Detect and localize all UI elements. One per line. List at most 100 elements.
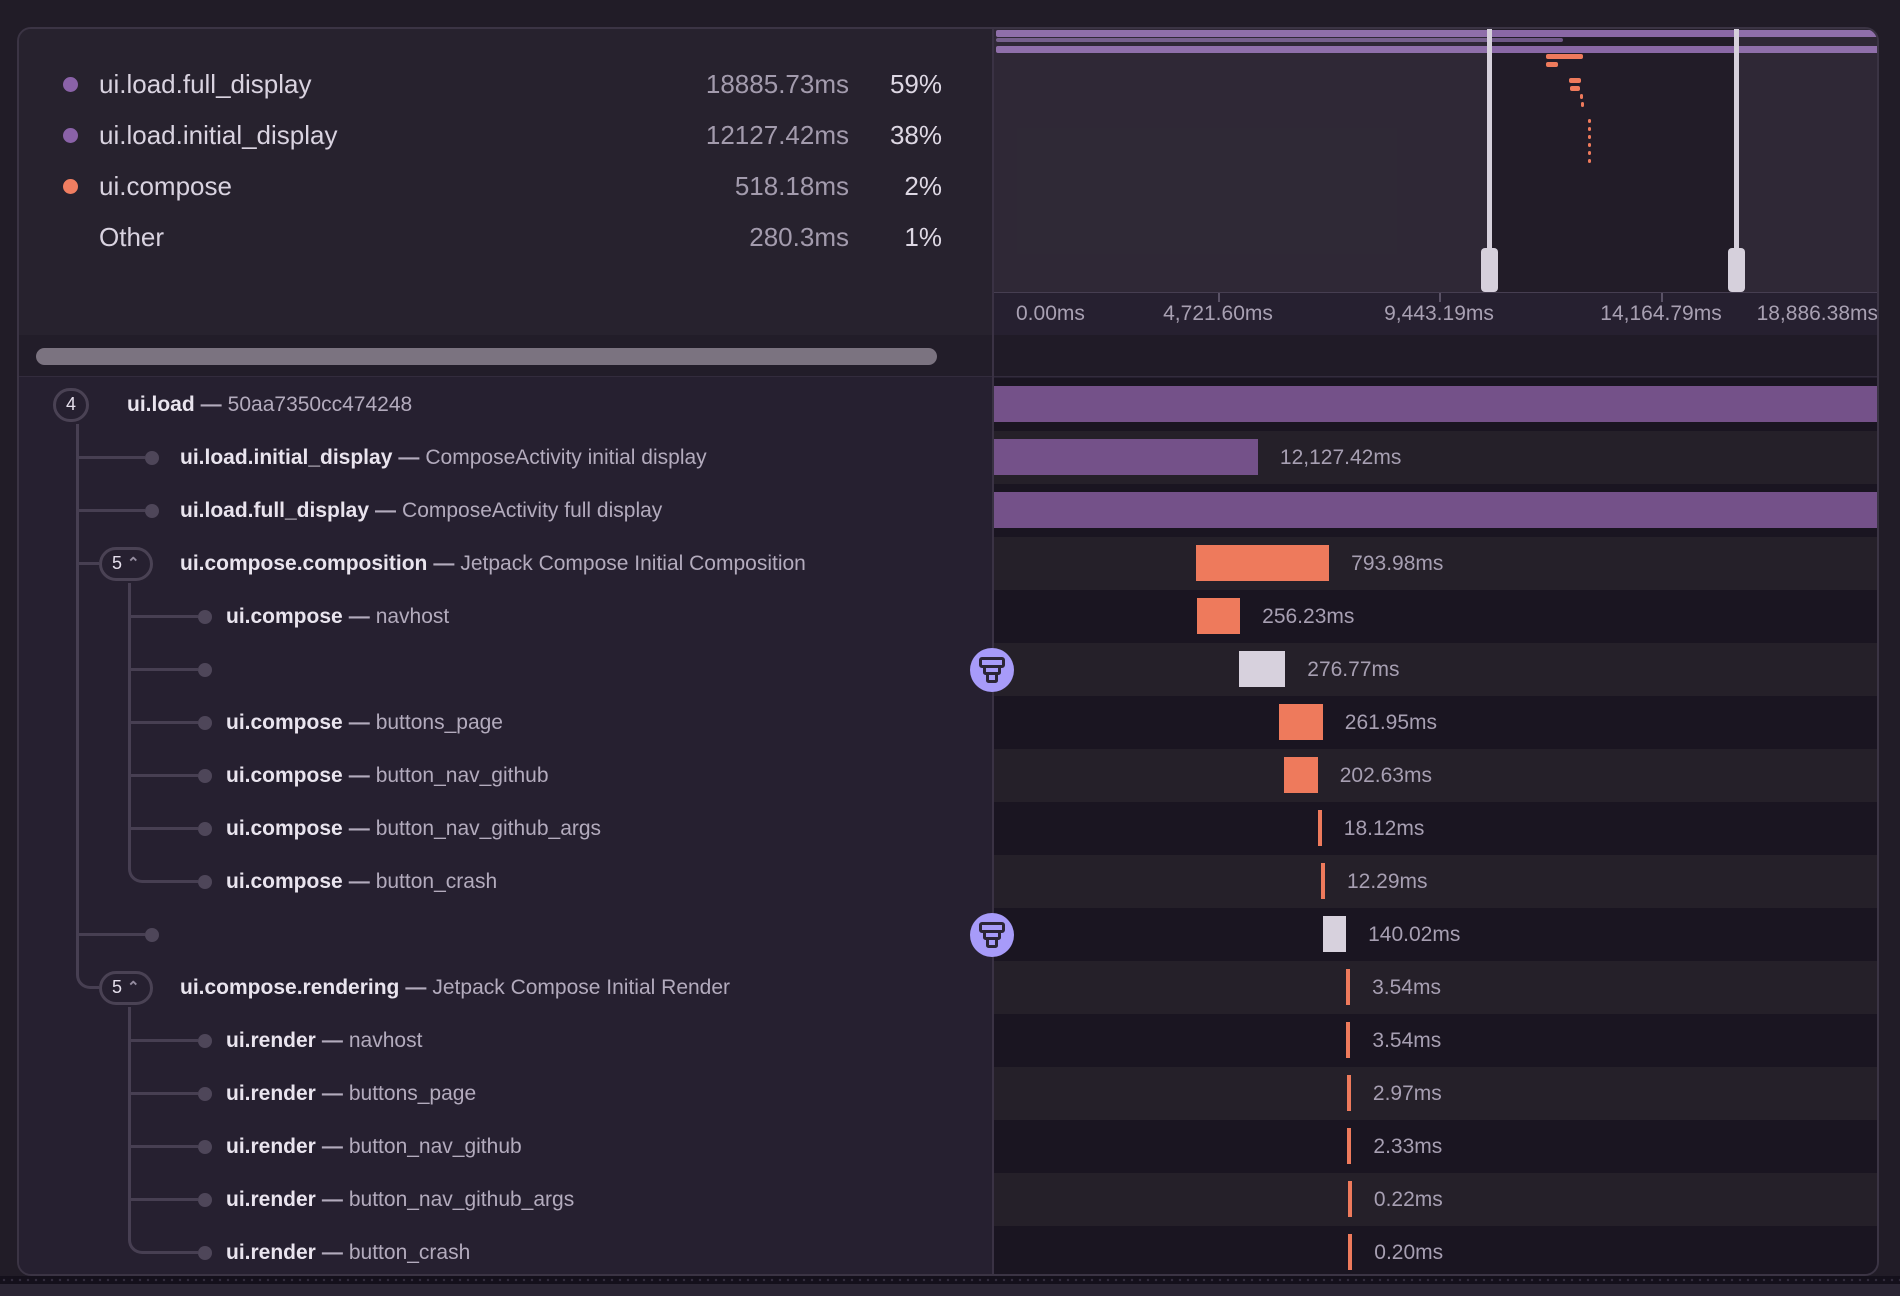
span-separator: — xyxy=(392,446,425,469)
span-duration-bar[interactable] xyxy=(1239,651,1285,687)
axis-tick-label: 9,443.19ms xyxy=(1384,302,1494,326)
resize-handle-bar[interactable] xyxy=(0,1276,1900,1284)
span-row-bar-cell[interactable]: 261.95ms xyxy=(994,696,1879,749)
span-op: ui.compose xyxy=(226,764,343,787)
span-row[interactable]: 140.02ms xyxy=(19,908,1877,961)
minimap-span-bar xyxy=(1546,62,1558,67)
trace-minimap[interactable]: 0.00ms4,721.60ms9,443.19ms14,164.79ms18,… xyxy=(994,29,1879,335)
span-row-bar-cell[interactable]: 276.77ms xyxy=(994,643,1879,696)
child-count-badge[interactable]: 4 xyxy=(53,388,89,422)
span-op: ui.load.full_display xyxy=(180,499,369,522)
profile-icon[interactable] xyxy=(970,913,1014,957)
span-row[interactable]: ui.render—button_nav_github_args0.22ms xyxy=(19,1173,1877,1226)
span-row-bar-cell[interactable]: 0.22ms xyxy=(994,1173,1879,1226)
span-duration-label: 140.02ms xyxy=(1368,923,1460,947)
axis-tick-label: 18,886.38ms xyxy=(1757,302,1878,326)
span-duration-bar[interactable] xyxy=(1197,598,1240,634)
span-duration-bar[interactable] xyxy=(1347,1128,1351,1164)
collapse-caret-icon: ⌃ xyxy=(127,554,140,572)
span-row-bar-cell[interactable]: 3.54ms xyxy=(994,961,1879,1014)
span-row-label-cell[interactable]: ui.load.full_display—ComposeActivity ful… xyxy=(19,484,992,537)
child-count: 5 xyxy=(112,553,122,574)
span-duration-bar[interactable] xyxy=(1346,1022,1350,1058)
tree-node-dot xyxy=(198,1246,212,1260)
span-row-bar-cell[interactable]: 793.98ms xyxy=(994,537,1879,590)
span-op: ui.render xyxy=(226,1029,316,1052)
span-duration-bar[interactable] xyxy=(1318,810,1322,846)
legend-item[interactable]: ui.load.full_display18885.73ms59% xyxy=(63,59,942,110)
span-row-bar-cell[interactable] xyxy=(994,484,1879,537)
span-title: ui.render—button_crash xyxy=(226,1241,470,1265)
span-row-bar-cell[interactable]: 202.63ms xyxy=(994,749,1879,802)
span-row[interactable]: ui.load.full_display—ComposeActivity ful… xyxy=(19,484,1877,537)
span-duration-bar[interactable] xyxy=(1347,1075,1351,1111)
span-duration-bar[interactable] xyxy=(1348,1234,1352,1270)
span-row-bar-cell[interactable] xyxy=(994,378,1879,431)
legend-item[interactable]: ui.compose518.18ms2% xyxy=(63,161,942,212)
minimap-window-grip-right[interactable] xyxy=(1728,248,1745,292)
span-duration-bar[interactable] xyxy=(1196,545,1329,581)
tree-node-dot xyxy=(198,716,212,730)
span-row[interactable]: ui.compose—button_crash 12.29ms xyxy=(19,855,1877,908)
legend-item[interactable]: Other280.3ms1% xyxy=(63,212,942,263)
tree-node-dot xyxy=(198,1140,212,1154)
span-row[interactable]: ui.compose—button_nav_github_args18.12ms xyxy=(19,802,1877,855)
span-row-label-cell[interactable]: ui.load.initial_display—ComposeActivity … xyxy=(19,431,992,484)
span-row[interactable]: 5⌃ ui.compose.rendering—Jetpack Compose I… xyxy=(19,961,1877,1014)
span-row[interactable]: ui.render—button_crash 0.20ms xyxy=(19,1226,1877,1276)
span-op: ui.compose.composition xyxy=(180,552,427,575)
span-title: ui.compose—button_crash xyxy=(226,870,497,894)
span-row[interactable]: 276.77ms xyxy=(19,643,1877,696)
span-description: ComposeActivity full display xyxy=(402,499,662,522)
span-row-bar-cell[interactable]: 256.23ms xyxy=(994,590,1879,643)
span-row-bar-cell[interactable]: 12,127.42ms xyxy=(994,431,1879,484)
span-duration-bar[interactable] xyxy=(1321,863,1325,899)
span-row[interactable]: ui.render—buttons_page 2.97ms xyxy=(19,1067,1877,1120)
minimap-span-bar xyxy=(1580,94,1583,99)
child-count-badge[interactable]: 5⌃ xyxy=(99,547,153,581)
span-duration-bar[interactable] xyxy=(1346,969,1350,1005)
profile-icon[interactable] xyxy=(970,648,1014,692)
span-separator: — xyxy=(316,1241,349,1264)
span-duration-label: 793.98ms xyxy=(1351,552,1443,576)
span-duration-bar[interactable] xyxy=(1348,1181,1352,1217)
span-title: ui.compose.rendering—Jetpack Compose Ini… xyxy=(180,976,730,1000)
span-row[interactable]: ui.render—navhost3.54ms xyxy=(19,1014,1877,1067)
span-row[interactable]: ui.load.initial_display—ComposeActivity … xyxy=(19,431,1877,484)
span-row[interactable]: ui.render—button_nav_github2.33ms xyxy=(19,1120,1877,1173)
span-row-bar-cell[interactable]: 12.29ms xyxy=(994,855,1879,908)
span-duration-bar[interactable] xyxy=(994,439,1258,475)
span-row-bar-cell[interactable]: 2.33ms xyxy=(994,1120,1879,1173)
axis-tick-label: 4,721.60ms xyxy=(1163,302,1273,326)
span-row-bar-cell[interactable]: 3.54ms xyxy=(994,1014,1879,1067)
legend-duration-value: 12127.42ms xyxy=(639,120,849,151)
span-row-bar-cell[interactable]: 140.02ms xyxy=(994,908,1879,961)
span-row[interactable]: ui.compose—button_nav_github202.63ms xyxy=(19,749,1877,802)
span-row[interactable]: ui.compose—buttons_page261.95ms xyxy=(19,696,1877,749)
span-row-label-cell[interactable] xyxy=(19,908,992,961)
span-duration-bar[interactable] xyxy=(994,492,1879,528)
span-row-label-cell[interactable]: 4ui.load—50aa7350cc474248 xyxy=(19,378,992,431)
span-duration-bar[interactable] xyxy=(1284,757,1318,793)
span-separator: — xyxy=(343,870,376,893)
scrollbar-thumb[interactable] xyxy=(36,348,937,365)
scroll-track[interactable] xyxy=(19,335,992,376)
span-op: ui.compose xyxy=(226,870,343,893)
span-row[interactable]: ui.compose—navhost256.23ms xyxy=(19,590,1877,643)
span-title: ui.render—buttons_page xyxy=(226,1082,476,1106)
span-duration-bar[interactable] xyxy=(994,386,1879,422)
span-row-bar-cell[interactable]: 0.20ms xyxy=(994,1226,1879,1276)
child-count-badge[interactable]: 5⌃ xyxy=(99,971,153,1005)
span-duration-label: 12,127.42ms xyxy=(1280,446,1401,470)
legend-item[interactable]: ui.load.initial_display12127.42ms38% xyxy=(63,110,942,161)
legend-color-dot xyxy=(63,128,78,143)
span-op: ui.load.initial_display xyxy=(180,446,392,469)
span-row[interactable]: 4ui.load—50aa7350cc474248 xyxy=(19,378,1877,431)
span-row[interactable]: 5⌃ui.compose.composition—Jetpack Compose… xyxy=(19,537,1877,590)
span-duration-bar[interactable] xyxy=(1323,916,1346,952)
span-row-bar-cell[interactable]: 18.12ms xyxy=(994,802,1879,855)
span-duration-bar[interactable] xyxy=(1279,704,1323,740)
minimap-window-grip-left[interactable] xyxy=(1481,248,1498,292)
span-row-bar-cell[interactable]: 2.97ms xyxy=(994,1067,1879,1120)
span-duration-label: 12.29ms xyxy=(1347,870,1428,894)
